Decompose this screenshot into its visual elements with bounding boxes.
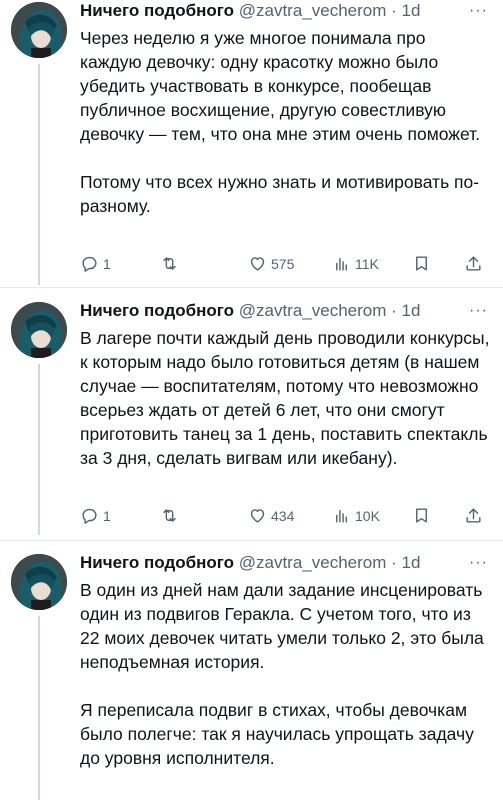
tweet-1[interactable]: Ничего подобного @zavtra_vecherom · 1d ·… (0, 0, 503, 285)
author-name[interactable]: Ничего подобного (80, 553, 234, 572)
tweet-timestamp[interactable]: 1d (402, 301, 421, 320)
share-button[interactable] (464, 254, 483, 273)
author-avatar[interactable] (11, 554, 67, 610)
author-handle[interactable]: @zavtra_vecherom (239, 1, 387, 20)
heart-icon (250, 509, 265, 523)
tweet-timestamp[interactable]: 1d (402, 1, 421, 20)
tweet-header: Ничего подобного @zavtra_vecherom · 1d (80, 301, 420, 321)
tweet-paragraph: Потому что всех нужно знать и мотивирова… (80, 172, 480, 216)
author-avatar[interactable] (11, 302, 67, 358)
more-options-button[interactable]: ··· (469, 554, 488, 572)
tweet-2[interactable]: Ничего подобного @zavtra_vecherom · 1d ·… (0, 300, 503, 535)
share-icon (466, 256, 481, 271)
bar-chart-icon (336, 510, 347, 523)
separator-dot: · (391, 1, 397, 20)
like-button[interactable]: 575 (248, 254, 294, 273)
retweet-icon (163, 509, 176, 522)
author-handle[interactable]: @zavtra_vecherom (239, 301, 387, 320)
reply-button[interactable]: 1 (80, 254, 111, 273)
tweet-header: Ничего подобного @zavtra_vecherom · 1d (80, 553, 420, 573)
tweet-3[interactable]: Ничего подобного @zavtra_vecherom · 1d ·… (0, 552, 503, 800)
tweet-paragraph: В один из дней нам дали задание инсценир… (80, 580, 484, 672)
author-name[interactable]: Ничего подобного (80, 301, 234, 320)
tweet-text: Через неделю я уже многое понимала про к… (80, 26, 490, 218)
retweet-button[interactable] (160, 254, 183, 273)
tweet-paragraph: Я переписала подвиг в стихах, чтобы дево… (80, 700, 474, 768)
more-options-button[interactable]: ··· (469, 2, 488, 20)
action-bar: 1 434 10K (80, 506, 490, 528)
author-handle[interactable]: @zavtra_vecherom (239, 553, 387, 572)
like-count: 434 (271, 507, 295, 524)
tweet-timestamp[interactable]: 1d (402, 553, 421, 572)
thread-connector (38, 364, 40, 535)
reply-button[interactable]: 1 (80, 506, 111, 525)
bookmark-icon (416, 508, 427, 523)
share-icon (466, 508, 481, 523)
tweet-paragraph: В лагере почти каждый день проводили кон… (80, 328, 490, 468)
thread-connector (38, 64, 40, 285)
views-count: 10K (355, 507, 380, 524)
tweet-header: Ничего подобного @zavtra_vecherom · 1d (80, 1, 420, 21)
author-avatar[interactable] (11, 2, 67, 58)
separator-dot: · (391, 301, 397, 320)
like-button[interactable]: 434 (248, 506, 294, 525)
tweet-paragraph: Через неделю я уже многое понимала про к… (80, 28, 481, 144)
more-options-button[interactable]: ··· (469, 302, 488, 320)
views-button[interactable]: 11K (332, 254, 379, 273)
views-button[interactable]: 10K (332, 506, 380, 525)
retweet-button[interactable] (160, 506, 183, 525)
reply-count: 1 (103, 507, 111, 524)
separator-dot: · (391, 553, 397, 572)
reply-count: 1 (103, 255, 111, 272)
author-name[interactable]: Ничего подобного (80, 1, 234, 20)
retweet-icon (163, 257, 176, 270)
like-count: 575 (271, 255, 295, 272)
reply-icon (82, 256, 97, 272)
bookmark-button[interactable] (412, 254, 431, 273)
views-count: 11K (355, 255, 379, 272)
divider (0, 540, 503, 541)
reply-icon (82, 508, 97, 524)
tweet-text: В лагере почти каждый день проводили кон… (80, 326, 490, 470)
thread-connector (38, 616, 40, 800)
divider (0, 287, 503, 288)
bar-chart-icon (336, 258, 347, 271)
heart-icon (250, 257, 265, 271)
action-bar: 1 575 11K (80, 254, 490, 276)
bookmark-icon (416, 256, 427, 271)
bookmark-button[interactable] (412, 506, 431, 525)
share-button[interactable] (464, 506, 483, 525)
tweet-text: В один из дней нам дали задание инсценир… (80, 578, 490, 770)
